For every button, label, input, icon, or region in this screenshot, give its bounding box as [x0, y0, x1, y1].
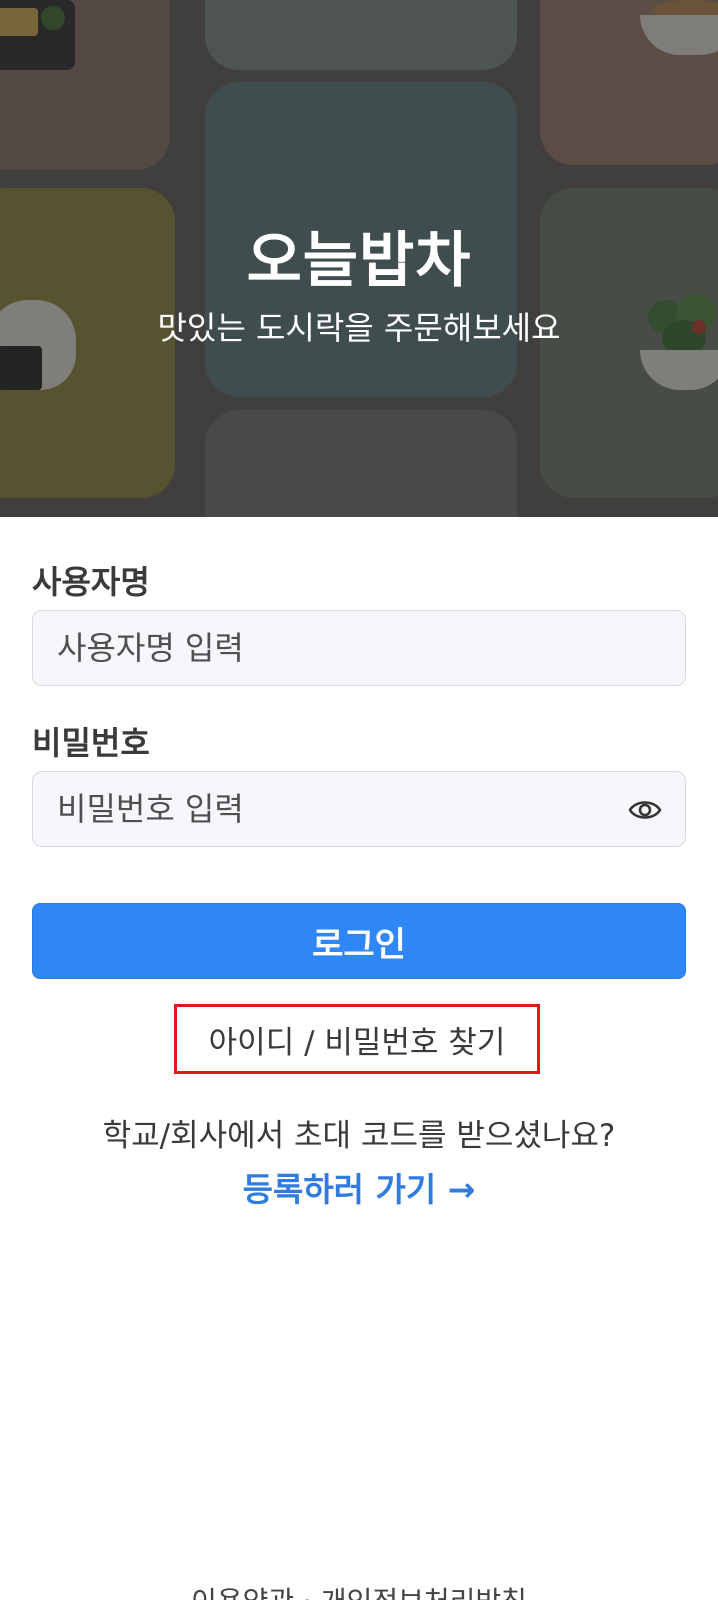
find-account-link[interactable]: 아이디 / 비밀번호 찾기 — [174, 1004, 540, 1074]
invite-question: 학교/회사에서 초대 코드를 받으셨나요? — [102, 1118, 616, 1154]
hero-banner: 오늘밥차 맛있는 도시락을 주문해보세요 — [0, 0, 718, 517]
footer-terms-links[interactable]: 이용약관 · 개인정보처리방침 — [0, 1580, 718, 1600]
username-input[interactable] — [32, 610, 686, 686]
username-label: 사용자명 — [32, 563, 150, 601]
register-link[interactable]: 등록하러 가기 → — [0, 1163, 718, 1211]
password-visibility-toggle[interactable] — [620, 790, 670, 830]
password-label: 비밀번호 — [32, 724, 150, 762]
brand-title: 오늘밥차 — [246, 226, 472, 296]
eye-icon — [628, 801, 662, 819]
password-input[interactable] — [32, 771, 686, 847]
login-screen: 오늘밥차 맛있는 도시락을 주문해보세요 사용자명 비밀번호 로그인 아이디 /… — [0, 0, 718, 1600]
login-button[interactable]: 로그인 — [32, 903, 686, 979]
brand-tagline: 맛있는 도시락을 주문해보세요 — [157, 309, 561, 347]
